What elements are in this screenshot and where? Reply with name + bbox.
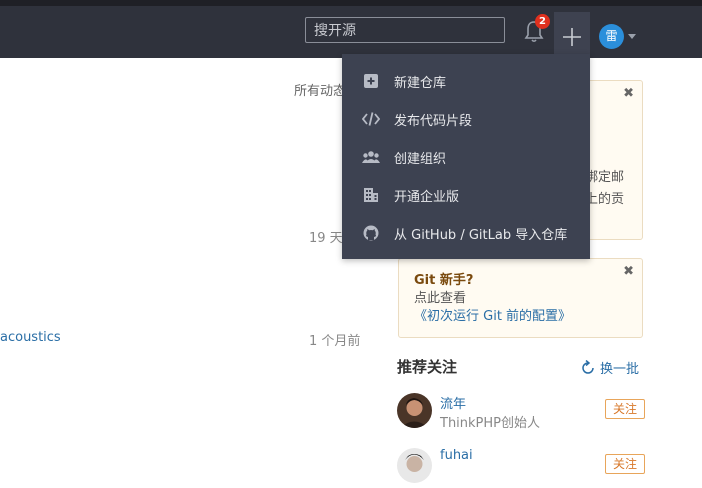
code-icon	[362, 112, 380, 126]
refresh-label: 换一批	[600, 362, 640, 377]
close-icon[interactable]: ✖	[623, 264, 634, 279]
feed-filter-label[interactable]: 所有动态	[294, 80, 346, 99]
plus-icon	[563, 28, 581, 46]
create-dropdown-menu: 新建仓库 发布代码片段 创建组织 开通企业版 从 GitHub / GitLab…	[342, 54, 590, 259]
refresh-button[interactable]: 换一批	[580, 358, 639, 377]
card-text-prefix: 点此查看	[414, 291, 467, 306]
avatar[interactable]	[397, 448, 432, 483]
feed-timestamp: 19 天	[309, 231, 343, 246]
search-input[interactable]	[305, 17, 505, 43]
menu-item-new-snippet[interactable]: 发布代码片段	[342, 100, 590, 138]
feed-repo-link[interactable]: acoustics	[0, 330, 61, 345]
refresh-icon	[582, 359, 594, 374]
avatar-caret-icon[interactable]	[628, 34, 636, 39]
menu-item-import-repo[interactable]: 从 GitHub / GitLab 导入仓库	[342, 214, 590, 252]
card-text: 点此查看 《初次运行 Git 前的配置》	[414, 290, 624, 326]
menu-item-label: 新建仓库	[394, 76, 447, 91]
user-description: ThinkPHP创始人	[440, 416, 541, 431]
menu-item-label: 发布代码片段	[394, 114, 473, 129]
menu-item-label: 从 GitHub / GitLab 导入仓库	[394, 228, 568, 243]
notification-badge: 2	[535, 14, 550, 29]
repo-add-icon	[364, 74, 378, 88]
avatar[interactable]	[397, 393, 432, 428]
menu-item-new-org[interactable]: 创建组织	[342, 138, 590, 176]
recommended-user: 流年 ThinkPHP创始人 关注	[397, 393, 647, 433]
card-text-fragment: 上的贡	[585, 192, 625, 207]
recommend-title: 推荐关注	[397, 358, 458, 376]
github-icon	[363, 225, 379, 241]
building-icon	[364, 188, 378, 202]
user-name-link[interactable]: fuhai	[440, 448, 473, 463]
card-title: Git 新手?	[414, 273, 474, 288]
close-icon[interactable]: ✖	[623, 86, 634, 101]
top-header: 2 雷	[0, 6, 702, 64]
menu-item-enterprise[interactable]: 开通企业版	[342, 176, 590, 214]
git-guide-link[interactable]: 《初次运行 Git 前的配置》	[414, 309, 571, 324]
card-text-fragment: 绑定邮	[585, 170, 625, 185]
git-beginner-card: ✖ Git 新手? 点此查看 《初次运行 Git 前的配置》	[398, 258, 643, 338]
follow-button[interactable]: 关注	[605, 399, 645, 419]
user-name-link[interactable]: 流年	[440, 393, 466, 412]
follow-button[interactable]: 关注	[605, 454, 645, 474]
menu-item-label: 创建组织	[394, 152, 447, 167]
group-icon	[362, 151, 380, 163]
user-avatar[interactable]: 雷	[599, 24, 624, 49]
feed-timestamp: 1 个月前	[309, 334, 361, 349]
menu-item-label: 开通企业版	[394, 190, 460, 205]
menu-item-new-repo[interactable]: 新建仓库	[342, 62, 590, 100]
recommended-user: fuhai 关注	[397, 448, 647, 488]
